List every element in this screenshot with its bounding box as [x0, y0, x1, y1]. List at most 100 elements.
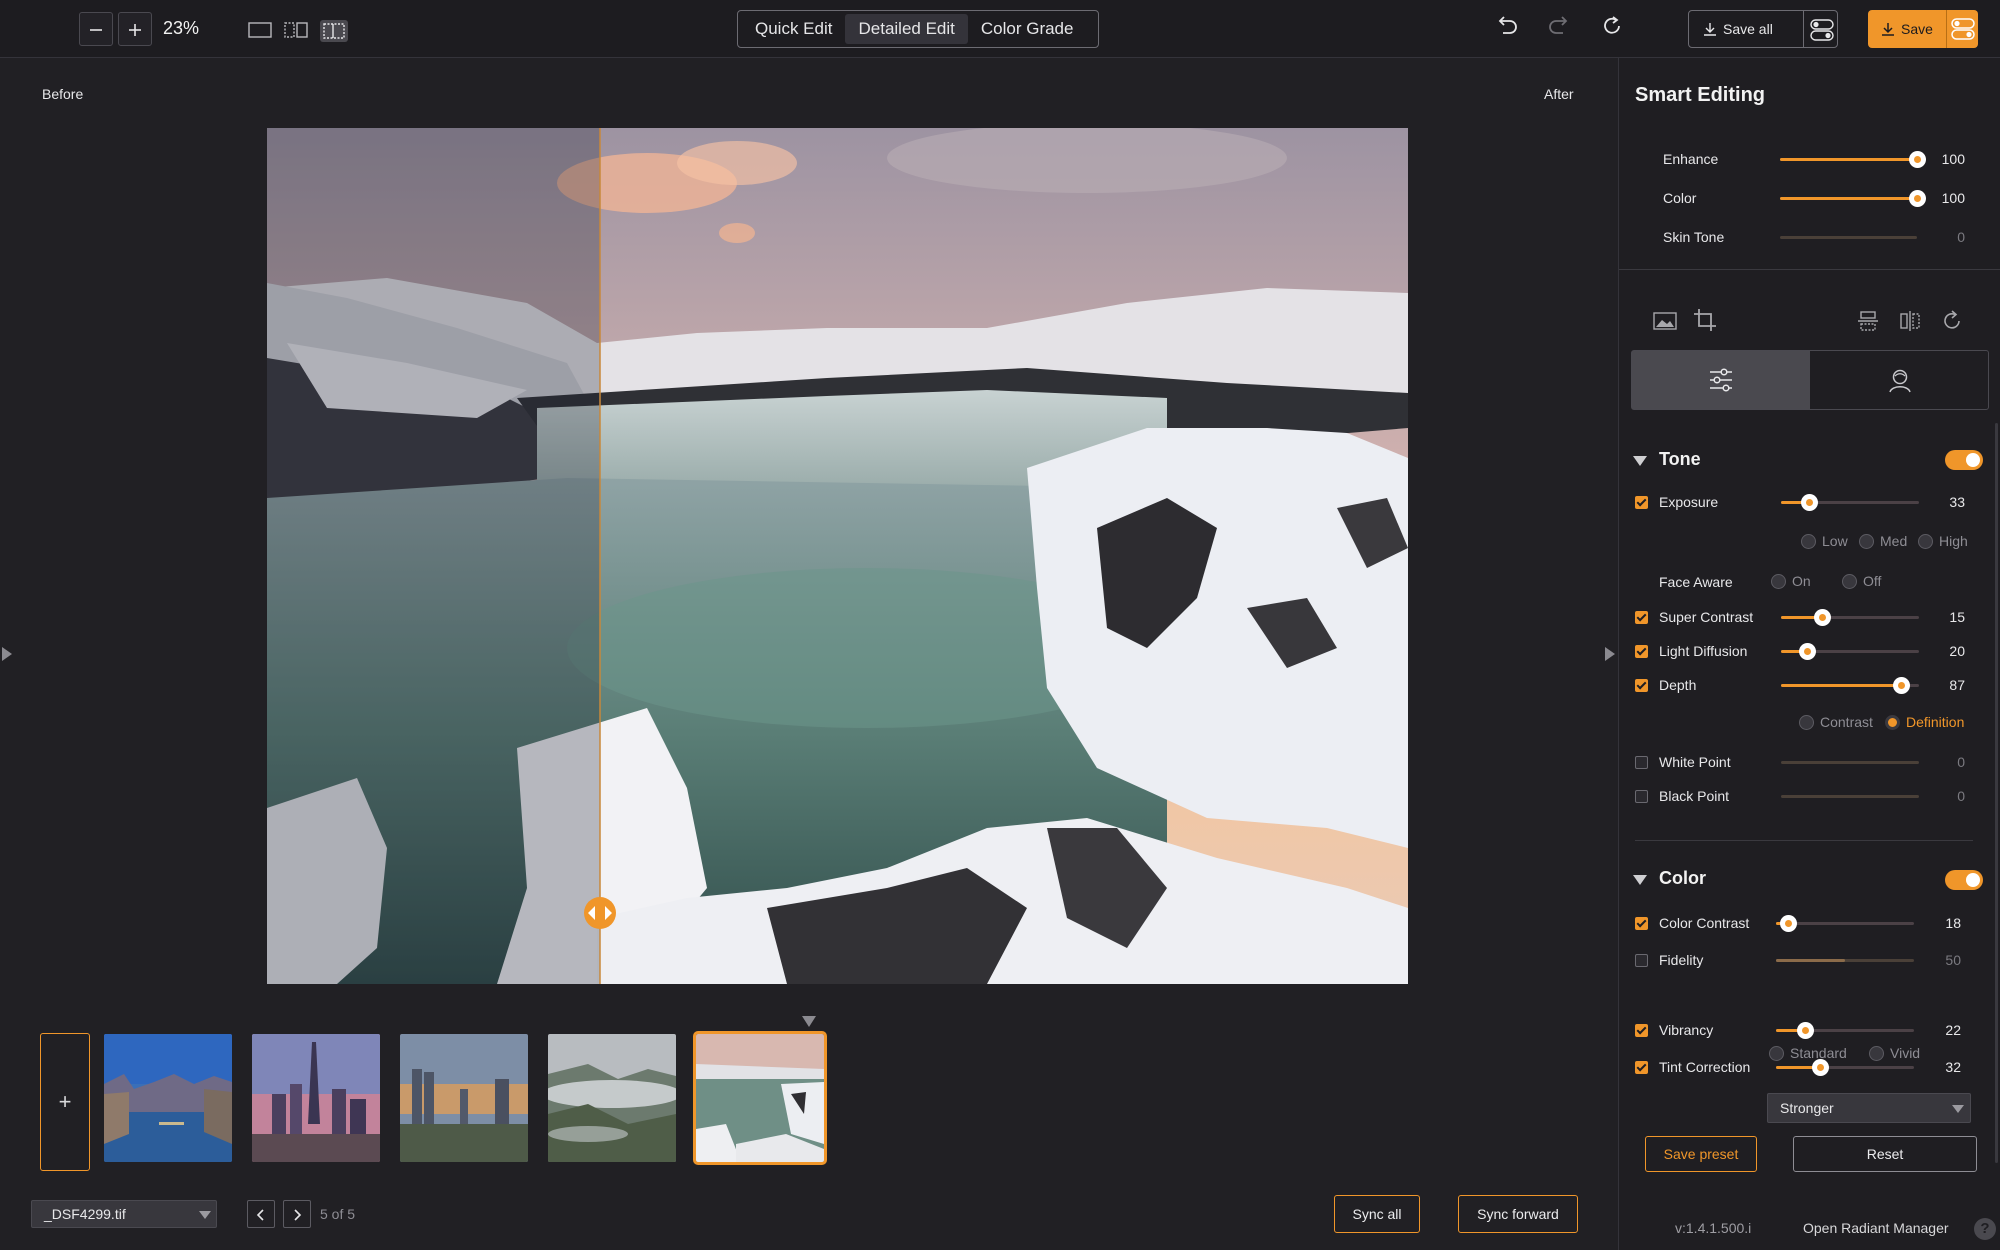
skin-tone-slider[interactable] [1780, 236, 1917, 239]
depth-definition-radio[interactable]: Definition [1885, 714, 1964, 730]
vibrancy-slider[interactable] [1776, 1029, 1914, 1032]
black-point-slider[interactable] [1781, 795, 1919, 798]
depth-contrast-radio[interactable]: Contrast [1799, 714, 1873, 730]
split-view-icon[interactable] [320, 20, 348, 42]
redo-icon[interactable] [1547, 14, 1571, 38]
depth-slider[interactable] [1781, 684, 1919, 687]
color-collapse-icon[interactable] [1633, 875, 1647, 885]
slider-fill [1780, 158, 1917, 161]
save-all-button[interactable]: Save all [1688, 10, 1838, 48]
exposure-checkbox[interactable] [1635, 496, 1648, 509]
slider-knob[interactable] [1812, 1059, 1829, 1076]
tone-section-title: Tone [1659, 449, 1701, 470]
depth-value: 87 [1935, 677, 1965, 693]
side-by-side-view-icon[interactable] [284, 21, 308, 39]
tint-correction-checkbox[interactable] [1635, 1061, 1648, 1074]
slider-knob[interactable] [1814, 609, 1831, 626]
thumbnail-venice-canal[interactable] [104, 1034, 232, 1162]
color-toggle[interactable] [1945, 870, 1983, 890]
slider-fill [1776, 959, 1845, 962]
vibrancy-checkbox[interactable] [1635, 1024, 1648, 1037]
save-preset-button[interactable]: Save preset [1645, 1136, 1757, 1172]
zoom-in-button[interactable] [118, 12, 152, 46]
venice-canal-image [104, 1034, 232, 1162]
undo-icon[interactable] [1495, 14, 1519, 38]
sync-all-button[interactable]: Sync all [1334, 1195, 1420, 1233]
fidelity-value: 50 [1931, 952, 1961, 968]
slider-knob[interactable] [1799, 643, 1816, 660]
thumbnail-godafoss-waterfall[interactable] [696, 1034, 824, 1162]
next-image-button[interactable] [283, 1200, 311, 1228]
file-select[interactable]: _DSF4299.tif [31, 1200, 217, 1228]
panel-scrollbar[interactable] [1995, 423, 1998, 1163]
tab-color-grade[interactable]: Color Grade [968, 14, 1087, 44]
fidelity-standard-radio[interactable]: Standard [1769, 1045, 1847, 1061]
crop-icon[interactable] [1693, 308, 1717, 332]
tab-quick-edit[interactable]: Quick Edit [742, 14, 845, 44]
collapse-left-arrow[interactable] [2, 647, 12, 661]
single-view-icon[interactable] [248, 21, 272, 39]
face-aware-label: Face Aware [1659, 574, 1733, 590]
help-icon[interactable]: ? [1974, 1218, 1996, 1240]
slider-knob[interactable] [1780, 915, 1797, 932]
after-label: After [1544, 86, 1574, 102]
slider-knob[interactable] [1801, 494, 1818, 511]
black-point-checkbox[interactable] [1635, 790, 1648, 803]
plus-icon [127, 22, 143, 38]
white-point-slider[interactable] [1781, 761, 1919, 764]
color-value: 100 [1935, 190, 1965, 206]
rotate-icon[interactable] [1941, 310, 1963, 332]
tab-detailed-edit[interactable]: Detailed Edit [845, 14, 967, 44]
add-image-button[interactable]: + [40, 1033, 90, 1171]
light-diffusion-checkbox[interactable] [1635, 645, 1648, 658]
light-diffusion-slider[interactable] [1781, 650, 1919, 653]
tab-adjustments[interactable] [1632, 351, 1810, 409]
flip-horizontal-icon[interactable] [1899, 310, 1921, 332]
color-contrast-checkbox[interactable] [1635, 917, 1648, 930]
tab-portrait[interactable] [1811, 351, 1989, 409]
open-radiant-manager-link[interactable]: Open Radiant Manager [1803, 1220, 1949, 1236]
zoom-out-button[interactable] [79, 12, 113, 46]
flip-vertical-icon[interactable] [1857, 310, 1879, 332]
fidelity-vivid-radio[interactable]: Vivid [1869, 1045, 1920, 1061]
slider-knob[interactable] [1909, 190, 1926, 207]
exposure-low-radio[interactable]: Low [1801, 533, 1848, 549]
divider [1803, 11, 1804, 47]
slider-knob[interactable] [1909, 151, 1926, 168]
exposure-slider[interactable] [1781, 501, 1919, 504]
fidelity-slider[interactable] [1776, 959, 1914, 962]
tone-collapse-icon[interactable] [1633, 456, 1647, 466]
super-contrast-checkbox[interactable] [1635, 611, 1648, 624]
reset-button[interactable]: Reset [1793, 1136, 1977, 1172]
tone-toggle[interactable] [1945, 450, 1983, 470]
face-aware-off-radio[interactable]: Off [1842, 573, 1881, 589]
fidelity-checkbox[interactable] [1635, 954, 1648, 967]
previous-image-button[interactable] [247, 1200, 275, 1228]
reset-rotate-icon[interactable] [1600, 14, 1624, 38]
smart-editing-panel: Smart Editing Enhance 100 Color 100 Skin… [1618, 58, 2000, 1250]
white-point-checkbox[interactable] [1635, 756, 1648, 769]
save-button[interactable]: Save [1868, 10, 1946, 48]
exposure-high-radio[interactable]: High [1918, 533, 1968, 549]
save-options-button[interactable] [1946, 10, 1978, 48]
thumbnail-dubai-skyline[interactable] [252, 1034, 380, 1162]
tint-correction-slider[interactable] [1776, 1066, 1914, 1069]
exposure-med-radio[interactable]: Med [1859, 533, 1907, 549]
thumbnail-misty-mountains[interactable] [548, 1034, 676, 1162]
tint-strength-select[interactable]: Stronger [1767, 1093, 1971, 1123]
slider-knob[interactable] [1797, 1022, 1814, 1039]
divider [1635, 840, 1973, 841]
color-slider[interactable] [1780, 197, 1917, 200]
face-aware-on-radio[interactable]: On [1771, 573, 1811, 589]
depth-checkbox[interactable] [1635, 679, 1648, 692]
enhance-slider[interactable] [1780, 158, 1917, 161]
color-contrast-slider[interactable] [1776, 922, 1914, 925]
image-icon[interactable] [1653, 310, 1677, 332]
photo-canvas[interactable] [267, 128, 1408, 984]
sync-forward-button[interactable]: Sync forward [1458, 1195, 1578, 1233]
thumbnail-kuala-lumpur-skyline[interactable] [400, 1034, 528, 1162]
export-options-icon[interactable] [1809, 18, 1835, 42]
slider-knob[interactable] [1893, 677, 1910, 694]
collapse-right-arrow[interactable] [1605, 647, 1615, 661]
super-contrast-slider[interactable] [1781, 616, 1919, 619]
